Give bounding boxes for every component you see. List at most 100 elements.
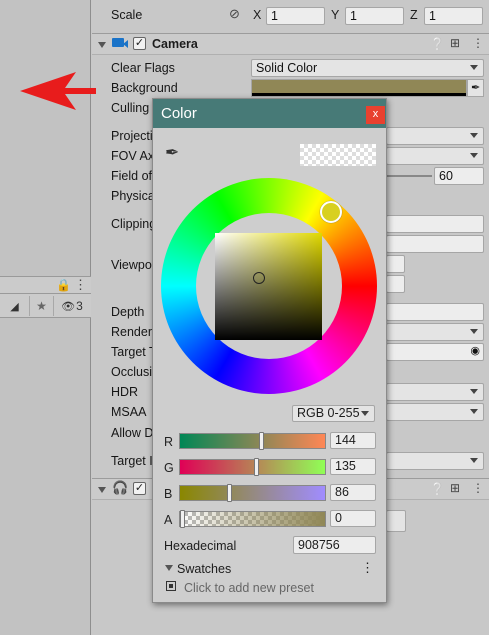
rendering-path-label: Renderi [111,325,155,339]
projection-dropdown[interactable] [386,127,484,145]
tag-icon: ◢ [10,300,19,313]
color-picker-titlebar[interactable]: Color x [153,99,386,128]
star-icon: ★ [36,299,47,313]
clipping-near-field[interactable] [386,215,484,233]
chevron-down-icon [470,458,478,463]
msaa-dropdown[interactable] [386,403,484,421]
background-color-field[interactable] [251,79,467,97]
fov-axis-label: FOV Ax [111,149,155,163]
alpha-channel-field[interactable]: 0 [330,510,376,527]
fov-slider-track[interactable] [386,175,432,177]
red-channel-slider[interactable] [179,432,326,450]
alpha-channel-slider[interactable] [179,510,326,528]
saturation-value-handle[interactable] [253,272,265,284]
red-arrow-annotation [20,72,96,110]
green-channel-slider[interactable] [179,458,326,476]
blue-channel-field[interactable]: 86 [330,484,376,501]
occlusion-culling-label: Occlusi [111,365,152,379]
fov-value-field[interactable]: 60 [434,167,484,185]
target-display-dropdown[interactable] [386,452,484,470]
add-component-button[interactable] [386,510,406,532]
swatches-foldout-icon[interactable] [165,565,173,571]
clipping-label: Clipping [111,217,157,231]
close-button[interactable]: x [366,106,385,124]
scale-label: Scale [111,8,143,22]
viewport-w-field[interactable] [386,275,405,293]
depth-field[interactable] [386,303,484,321]
scale-x-label: X [253,8,262,22]
color-picker-title: Color [161,105,197,122]
green-channel-label: G [164,461,174,475]
green-channel-field[interactable]: 135 [330,458,376,475]
scale-y-field[interactable]: 1 [345,7,404,25]
clear-flags-value: Solid Color [256,61,318,75]
hierarchy-toolbar: ◢ ★ 👁 3 [0,294,91,318]
camera-enabled-checkbox[interactable]: ✓ [133,37,146,50]
more-icon[interactable]: ⋮ [74,277,87,293]
color-preview-swatch [300,144,376,166]
lock-icon[interactable]: 🔒 [56,278,71,292]
chevron-down-icon [361,411,369,416]
alpha-channel-thumb[interactable] [180,510,185,528]
eye-hidden-icon: 👁 [61,300,76,313]
audio-listener-enabled-checkbox[interactable]: ✓ [133,482,146,495]
eyedropper-icon[interactable]: ✒ [165,143,179,163]
favorites-button[interactable]: ★ [30,296,54,316]
saturation-value-square[interactable] [215,233,322,340]
hdr-dropdown[interactable] [386,383,484,401]
chevron-down-icon [470,153,478,158]
msaa-label: MSAA [111,405,147,419]
help-icon[interactable]: ❔ [430,37,445,51]
red-channel-thumb[interactable] [259,432,264,450]
blue-channel-slider[interactable] [179,484,326,502]
help-icon[interactable]: ❔ [430,482,445,496]
clear-flags-label: Clear Flags [111,61,175,75]
eyedropper-button[interactable]: ✒ [467,79,484,97]
object-picker-icon[interactable]: ◉ [470,344,480,357]
hexadecimal-field[interactable]: 908756 [293,536,376,554]
clipping-far-field[interactable] [386,235,484,253]
more-icon[interactable]: ⋮ [472,481,484,495]
fov-axis-dropdown[interactable] [386,147,484,165]
chevron-down-icon [470,65,478,70]
filter-button[interactable]: ◢ [0,296,30,316]
color-mode-value: RGB 0-255 [297,406,360,420]
more-icon[interactable]: ⋮ [472,36,484,50]
hexadecimal-label: Hexadecimal [164,539,237,553]
foldout-arrow-icon[interactable] [98,487,106,493]
swatches-hint[interactable]: Click to add new preset [184,581,314,595]
headphones-icon: 🎧 [112,480,129,495]
presets-icon[interactable]: ⊞ [450,36,460,50]
scale-z-field[interactable]: 1 [424,7,483,25]
eyedropper-icon: ✒ [471,82,481,94]
camera-lens-icon [123,40,128,48]
foldout-arrow-icon[interactable] [98,42,106,48]
swatch-library-icon[interactable] [166,581,176,591]
hue-handle[interactable] [320,201,342,223]
camera-component-header[interactable]: ✓ Camera ❔ ⊞ ⋮ [92,33,489,55]
green-channel-thumb[interactable] [254,458,259,476]
hierarchy-header: 🔒 ⋮ [0,276,91,294]
viewport-x-field[interactable] [386,255,405,273]
visibility-button[interactable]: 👁 3 [54,296,90,316]
constrain-proportions-icon[interactable]: ⊘ [229,6,240,22]
depth-label: Depth [111,305,145,319]
scale-y-label: Y [331,8,340,22]
target-texture-field[interactable]: ◉ [386,343,484,361]
scale-z-label: Z [410,8,418,22]
blue-channel-label: B [164,487,173,501]
color-mode-dropdown[interactable]: RGB 0-255 [292,405,375,422]
field-of-view-label: Field of [111,169,152,183]
rendering-path-dropdown[interactable] [386,323,484,341]
blue-channel-thumb[interactable] [227,484,232,502]
scale-x-field[interactable]: 1 [266,7,325,25]
close-icon: x [372,108,379,120]
swatches-label[interactable]: Swatches [177,562,231,576]
red-channel-field[interactable]: 144 [330,432,376,449]
presets-icon[interactable]: ⊞ [450,481,460,495]
viewport-label: Viewpo [111,258,152,272]
red-channel-label: R [164,435,174,449]
color-picker-window: Color x ✒ RGB 0-255 R 144 G 135 B 86 A 0… [152,98,387,603]
clear-flags-dropdown[interactable]: Solid Color [251,59,484,77]
swatches-more-icon[interactable]: ⋮ [361,560,374,576]
